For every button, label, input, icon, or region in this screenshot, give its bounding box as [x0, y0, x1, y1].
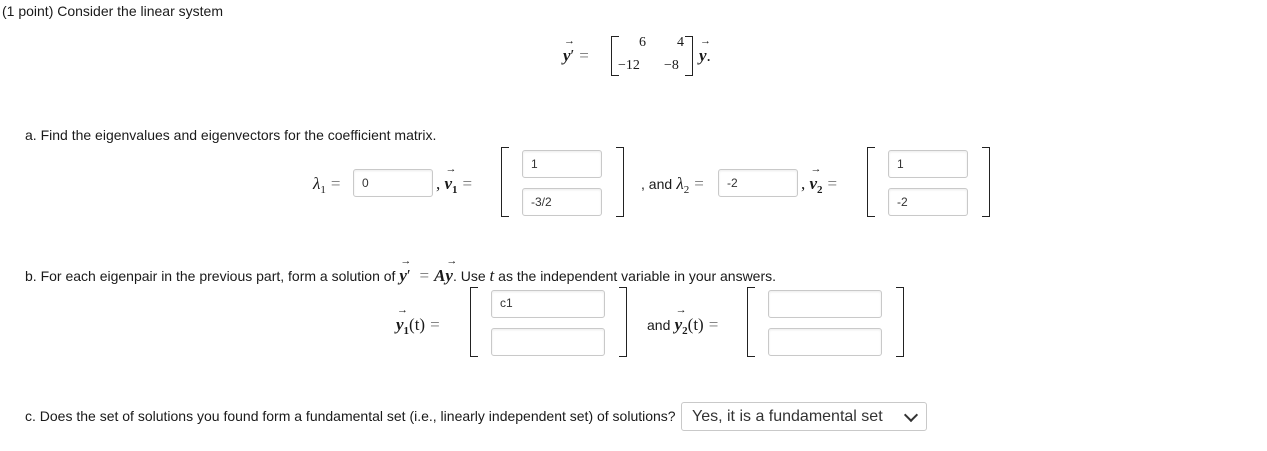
v1-component-2-input[interactable]: -3/2 [522, 188, 602, 216]
y1-component-1-input[interactable]: c1 [491, 290, 605, 318]
v2-left-bracket [867, 147, 875, 217]
y2-right-bracket [896, 287, 904, 357]
part-a-question: a. Find the eigenvalues and eigenvectors… [25, 127, 437, 143]
y2-component-2-input[interactable] [768, 328, 882, 356]
v1-right-bracket [616, 147, 624, 217]
fundamental-set-select[interactable]: Yes, it is a fundamental set [681, 402, 927, 431]
system-lhs: y′= [563, 35, 594, 66]
system-matrix-right-bracket [685, 36, 693, 76]
y1-label: y1(t)= [396, 304, 445, 337]
v1-component-1-input[interactable]: 1 [522, 150, 602, 178]
y1-right-bracket [619, 287, 627, 357]
part-b-question: b. For each eigenpair in the previous pa… [25, 255, 776, 286]
system-matrix-a22: −8 [664, 58, 679, 73]
v2-component-1-input[interactable]: 1 [888, 150, 968, 178]
v2-component-2-input[interactable]: -2 [888, 188, 968, 216]
chevron-down-icon [903, 407, 919, 422]
y2-label: and y2(t)= [647, 304, 723, 337]
system-matrix-a12: 4 [677, 35, 684, 50]
lambda1-label: λ1 = [313, 174, 341, 196]
problem-intro: (1 point) Consider the linear system [2, 3, 223, 19]
part-c-question: c. Does the set of solutions you found f… [25, 408, 676, 424]
system-matrix-a21: −12 [618, 58, 640, 73]
lambda1-input[interactable]: 0 [353, 169, 433, 197]
v2-right-bracket [982, 147, 990, 217]
system-rhs: y. [699, 35, 711, 66]
fundamental-set-selected-value: Yes, it is a fundamental set [692, 407, 883, 425]
y2-left-bracket [747, 287, 755, 357]
v1-left-bracket [501, 147, 509, 217]
v2-label: , v2= [801, 163, 842, 196]
lambda2-input[interactable]: -2 [718, 169, 798, 197]
v1-label: , v1= [436, 163, 477, 196]
system-matrix-a11: 6 [639, 35, 646, 50]
y1-component-2-input[interactable] [491, 328, 605, 356]
y2-component-1-input[interactable] [768, 290, 882, 318]
lambda2-label: , and λ2 = [641, 174, 704, 196]
y1-left-bracket [470, 287, 478, 357]
